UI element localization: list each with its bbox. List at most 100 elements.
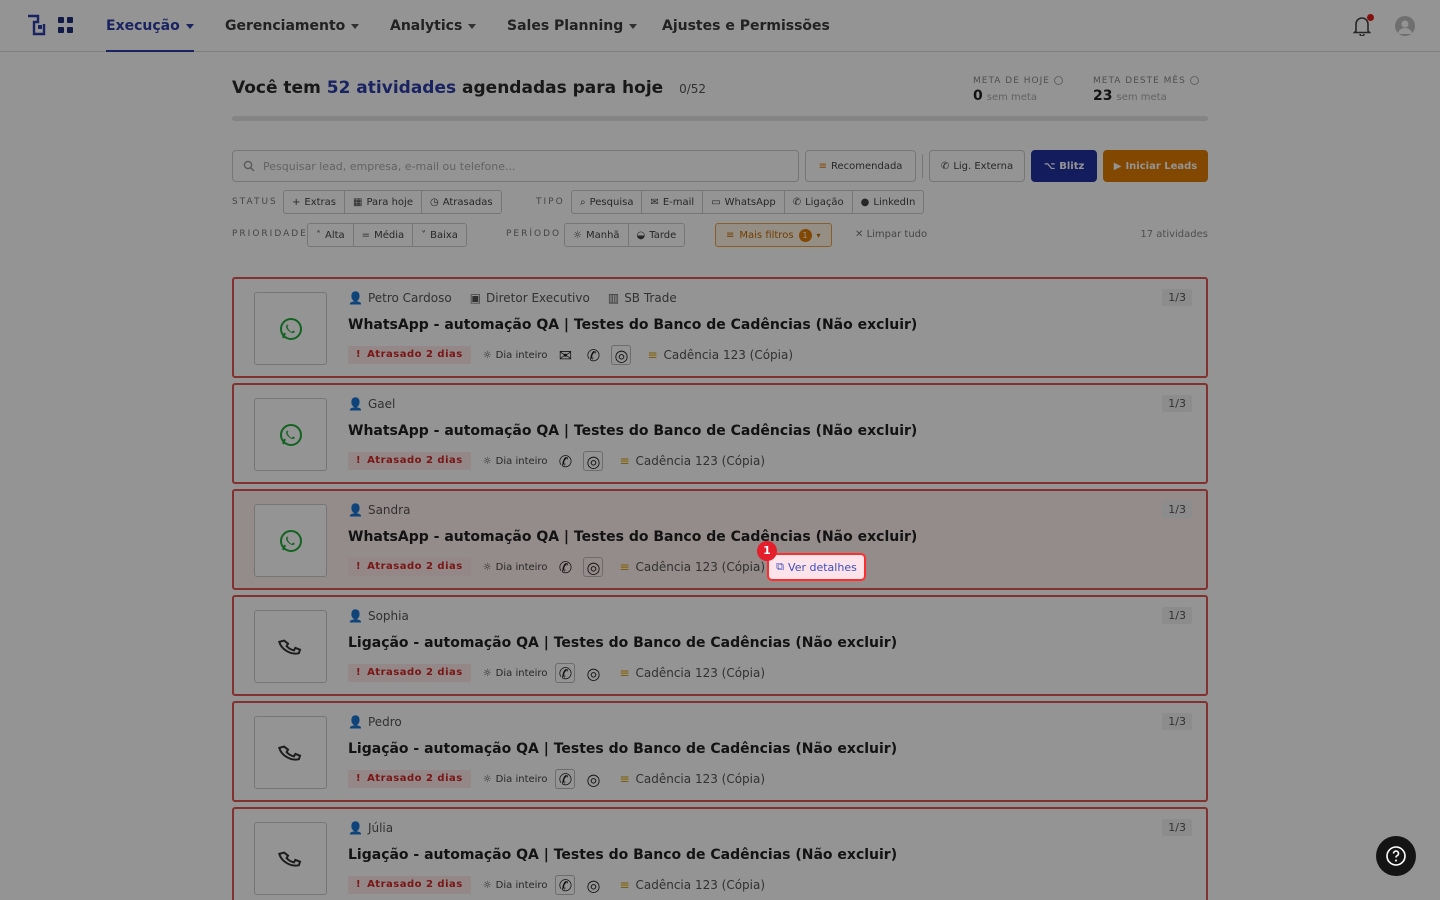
whatsapp-icon[interactable]: ◎ [611, 345, 632, 365]
whatsapp-icon [254, 292, 327, 365]
meta-hoje: META DE HOJE 0 sem meta [973, 76, 1063, 104]
mail-icon[interactable]: ✉ [555, 345, 575, 365]
person-icon: 👤 [348, 503, 363, 517]
search-box[interactable] [232, 150, 799, 182]
chevron-up-icon: ˄ [316, 229, 321, 241]
activity-card[interactable]: 👤 Pedro Ligação - automação QA | Testes do… [232, 701, 1208, 802]
phone-icon: ✆ [792, 196, 802, 208]
step-counter: 1/3 [1162, 289, 1192, 306]
filter-manha[interactable]: ☼ Manhã [565, 224, 629, 246]
activity-card[interactable]: 👤 Sophia Ligação - automação QA | Testes d… [232, 595, 1208, 696]
filter-icon: ≡ [726, 229, 735, 241]
whatsapp-icon[interactable]: ◎ [583, 769, 603, 789]
cadence-info[interactable]: ≡ Cadência 123 (Cópia) [619, 666, 765, 680]
filter-tarde[interactable]: ◒ Tarde [629, 224, 685, 246]
whatsapp-icon[interactable]: ◎ [583, 875, 603, 895]
phone-icon[interactable]: ✆ [555, 769, 576, 789]
nav-sales-planning[interactable]: Sales Planning [507, 0, 638, 52]
activity-title[interactable]: WhatsApp - automação QA | Testes do Banc… [348, 317, 917, 333]
phone-icon[interactable]: ✆ [555, 451, 575, 471]
recomendada-button[interactable]: ≡ Recomendada [805, 150, 916, 182]
phone-icon[interactable]: ✆ [583, 345, 603, 365]
cadence-icon: ≡ [619, 454, 630, 468]
period-info: ☼ Dia inteiro [483, 880, 548, 891]
logo-icon[interactable] [26, 14, 46, 36]
filter-para-hoje[interactable]: ▦ Para hoje [345, 191, 422, 213]
card-meta-row: ! Atrasado 2 dias ☼ Dia inteiro ✆ ◎ ≡ Cadência … [348, 663, 765, 683]
ver-detalhes-button[interactable]: ⧉ Ver detalhes [767, 553, 866, 581]
whatsapp-icon[interactable]: ◎ [583, 557, 604, 577]
card-person-row: 👤 Júlia [348, 821, 393, 835]
meta-mes-note: sem meta [1116, 92, 1167, 103]
period-label: Dia inteiro [495, 349, 548, 361]
filter-extras[interactable]: + Extras [284, 191, 345, 213]
nav-gerenciamento[interactable]: Gerenciamento [225, 0, 360, 52]
filter-media[interactable]: = Média [354, 224, 414, 246]
activity-title[interactable]: Ligação - automação QA | Testes do Banco… [348, 741, 897, 757]
ver-detalhes-label: Ver detalhes [788, 560, 857, 574]
filter-linkedin-label: LinkedIn [873, 196, 916, 208]
blitz-button[interactable]: ⌥ Blitz [1031, 150, 1097, 182]
cadence-info[interactable]: ≡ Cadência 123 (Cópia) [619, 878, 765, 892]
prioridade-filter-label: PRIORIDADE [232, 229, 308, 239]
iniciar-leads-button[interactable]: ▶ Iniciar Leads [1103, 150, 1208, 182]
daily-progress-bar [232, 116, 1208, 121]
overdue-badge: ! Atrasado 2 dias [348, 664, 471, 682]
filter-pesquisa[interactable]: ⌕ Pesquisa [572, 191, 643, 213]
lead-company: SB Trade [624, 291, 677, 305]
nav-ajustes[interactable]: Ajustes e Permissões [662, 0, 830, 52]
cadence-info[interactable]: ≡ Cadência 123 (Cópia) [619, 772, 765, 786]
filter-alta[interactable]: ˄ Alta [308, 224, 354, 246]
cadence-info[interactable]: ≡ Cadência 123 (Cópia) [619, 560, 765, 574]
mais-filtros-button[interactable]: ≡ Mais filtros 1 ▾ [715, 223, 832, 247]
activity-title[interactable]: WhatsApp - automação QA | Testes do Banc… [348, 529, 917, 545]
external-link-icon: ⧉ [776, 560, 785, 573]
filter-linkedin[interactable]: ● LinkedIn [853, 191, 924, 213]
activity-title[interactable]: Ligação - automação QA | Testes do Banco… [348, 847, 897, 863]
activity-card[interactable]: 👤 Gael WhatsApp - automação QA | Testes do… [232, 383, 1208, 484]
cadence-label: Cadência 123 (Cópia) [635, 772, 766, 786]
user-avatar-icon[interactable] [1395, 16, 1415, 36]
filter-atrasadas[interactable]: ◷ Atrasadas [422, 191, 501, 213]
cadence-info[interactable]: ≡ Cadência 123 (Cópia) [619, 454, 765, 468]
phone-icon[interactable]: ✆ [555, 557, 575, 577]
activity-title[interactable]: WhatsApp - automação QA | Testes do Banc… [348, 423, 917, 439]
filter-ligacao[interactable]: ✆ Ligação [785, 191, 853, 213]
help-circle-icon[interactable] [1053, 76, 1063, 85]
nav-execucao[interactable]: Execução [106, 0, 194, 52]
recomendada-label: Recomendada [830, 160, 903, 172]
filter-whatsapp-label: WhatsApp [724, 196, 776, 208]
person-info: 👤 Sandra [348, 503, 410, 517]
lead-name: Gael [367, 397, 396, 411]
mais-filtros-label: Mais filtros [739, 229, 794, 241]
filter-alta-label: Alta [325, 229, 345, 241]
alert-icon: ! [356, 879, 362, 890]
activity-card[interactable]: 👤 Petro Cardoso ▣ Diretor Executivo ▥ SB Trad… [232, 277, 1208, 378]
mais-filtros-count: 1 [798, 228, 812, 242]
card-meta-row: ! Atrasado 2 dias ☼ Dia inteiro ✆ ◎ ≡ Cadência … [348, 769, 765, 789]
whatsapp-icon[interactable]: ◎ [583, 451, 604, 471]
apps-grid-icon[interactable] [58, 17, 74, 33]
filter-baixa[interactable]: ˅ Baixa [413, 224, 466, 246]
nav-analytics-label: Analytics [390, 18, 463, 34]
phone-icon[interactable]: ✆ [555, 875, 576, 895]
whatsapp-icon[interactable]: ◎ [583, 663, 603, 683]
activity-card[interactable]: 👤 Sandra WhatsApp - automação QA | Testes … [232, 489, 1208, 590]
cadence-icon: ≡ [619, 878, 630, 892]
step-counter: 1/3 [1162, 395, 1192, 412]
nav-analytics[interactable]: Analytics [390, 0, 477, 52]
phone-icon[interactable]: ✆ [555, 663, 576, 683]
cadence-info[interactable]: ≡ Cadência 123 (Cópia) [647, 348, 793, 362]
help-circle-icon[interactable] [1189, 76, 1199, 85]
nav-gerenciamento-label: Gerenciamento [225, 18, 346, 34]
lig-externa-button[interactable]: ✆ Lig. Externa [929, 150, 1025, 182]
chevron-down-icon: ˅ [421, 229, 427, 241]
filter-email[interactable]: ✉ E-mail [642, 191, 704, 213]
activity-title[interactable]: Ligação - automação QA | Testes do Banco… [348, 635, 897, 651]
activity-card[interactable]: 👤 Júlia Ligação - automação QA | Testes do… [232, 807, 1208, 900]
help-button[interactable] [1376, 836, 1416, 876]
search-input[interactable] [263, 151, 793, 181]
filter-whatsapp[interactable]: ▭ WhatsApp [703, 191, 785, 213]
lead-role: Diretor Executivo [486, 291, 590, 305]
limpar-tudo-button[interactable]: ✕ Limpar tudo [855, 229, 927, 240]
